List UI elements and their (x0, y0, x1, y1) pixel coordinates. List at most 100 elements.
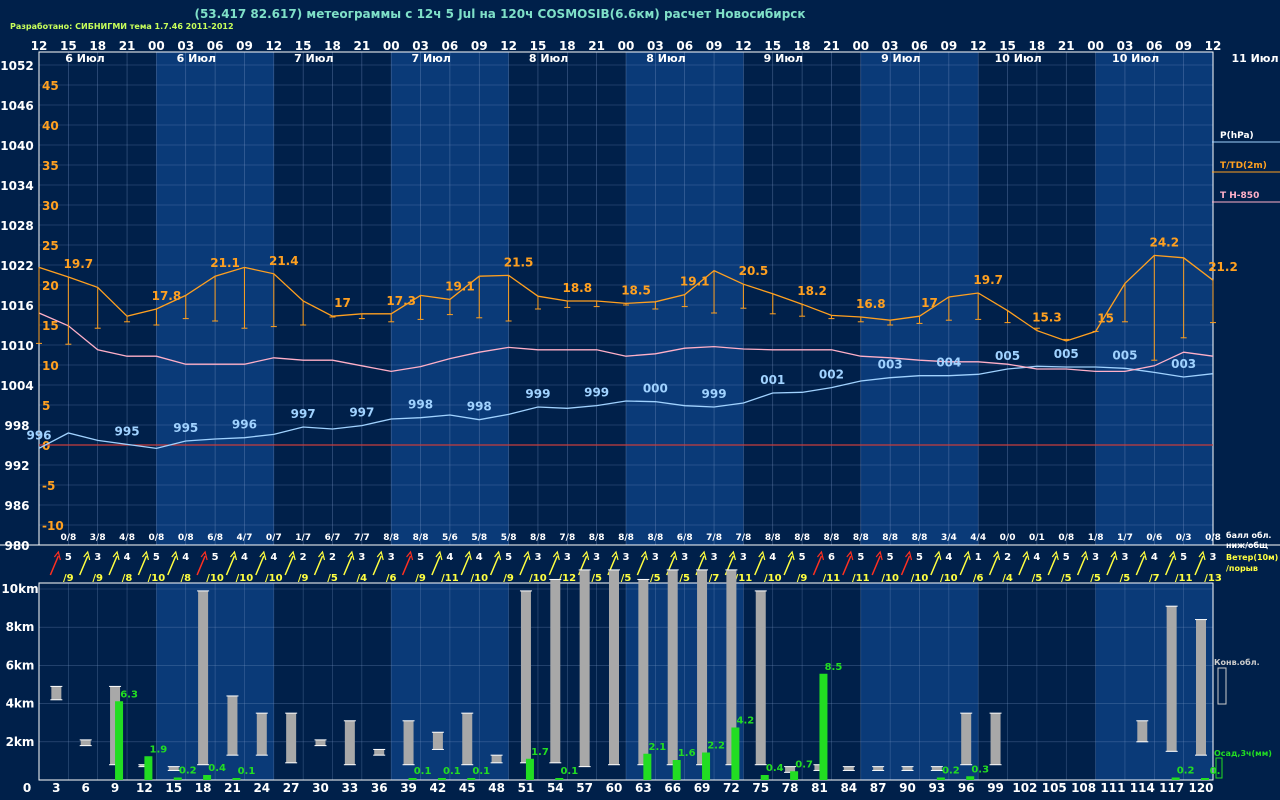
temperature-value-label: 21.4 (269, 254, 299, 268)
precip-value-label: 6.3 (120, 689, 138, 700)
wind-arrow (108, 555, 118, 576)
height-tick: 10km (1, 582, 38, 596)
bottom-hour-label: 120 (1188, 781, 1213, 795)
bottom-hour-label: 63 (635, 781, 652, 795)
wind-arrow (167, 555, 177, 576)
cloud-amount-label: 6/8 (677, 533, 693, 543)
wind-speed-label: 3 (652, 552, 659, 563)
wind-arrow (1018, 555, 1028, 576)
wind-speed-label: 3 (94, 552, 101, 563)
wind-arrow (959, 555, 969, 576)
top-hour-label: 18 (1029, 39, 1046, 53)
precip-value-label: 0.4 (208, 763, 226, 774)
temperature-tick: -5 (42, 479, 55, 493)
day-label: 10 Июл (1112, 52, 1159, 65)
pressure-tick: 1010 (0, 339, 33, 353)
wind-arrow (812, 555, 823, 576)
cloud-bar (403, 720, 414, 765)
wind-arrow (401, 555, 412, 576)
precip-bar (437, 778, 446, 780)
wind-arrow (225, 555, 236, 576)
precip-value-label: 1.7 (531, 747, 549, 758)
cloud-bar (374, 749, 385, 756)
precip-value-label: 0. (1210, 766, 1221, 777)
temperature-value-label: 17 (334, 296, 351, 310)
wind-gust-label: /5 (1061, 573, 1072, 584)
wind-speed-label: 5 (505, 552, 512, 563)
wind-gust-label: /6 (973, 573, 984, 584)
cloud-bar (286, 713, 297, 763)
wind-gust-label: /5 (1120, 573, 1131, 584)
top-hour-label: 06 (676, 39, 693, 53)
bottom-hour-label: 42 (430, 781, 447, 795)
precip-value-label: 0.1 (238, 766, 256, 777)
wind-gust-label: /8 (180, 573, 191, 584)
wind-arrow (1164, 555, 1175, 576)
wind-speed-label: 5 (887, 552, 894, 563)
bottom-hour-label: 114 (1130, 781, 1155, 795)
precip-value-label: 2.1 (648, 742, 666, 753)
precip-bar (643, 753, 652, 780)
temperature-value-label: 18.2 (797, 284, 827, 298)
pressure-tick: 1016 (0, 299, 33, 313)
wind-gust-label: /10 (236, 573, 254, 584)
cloud-amount-label: 0/8 (148, 533, 164, 543)
top-hour-label: 06 (911, 39, 928, 53)
precip-value-label: 0.1 (443, 766, 461, 777)
wind-gust-label: /10 (529, 573, 547, 584)
temperature-value-label: 21.5 (504, 255, 534, 269)
temperature-value-label: 18.5 (621, 283, 651, 297)
temperature-value-label: 21.1 (210, 256, 240, 270)
temperature-tick: 5 (42, 399, 50, 413)
wind-arrow (79, 555, 89, 576)
wind-arrow (1047, 555, 1057, 576)
bottom-hour-label: 36 (371, 781, 388, 795)
precip-value-label: 0.3 (971, 764, 989, 775)
pressure-tick: 1040 (0, 139, 33, 153)
wind-speed-label: 3 (534, 552, 541, 563)
precip-bar (731, 727, 740, 780)
cloud-bar (344, 720, 355, 765)
cloud-bar (1196, 619, 1206, 756)
cloud-amount-label: 1/7 (1117, 533, 1133, 543)
pressure-tick: 1022 (0, 259, 33, 273)
precip-value-label: 0.1 (414, 766, 432, 777)
top-hour-label: 15 (999, 39, 1016, 53)
top-hour-label: 12 (735, 39, 752, 53)
top-hour-label: 06 (442, 39, 459, 53)
wind-gust-label: /10 (940, 573, 958, 584)
wind-speed-label: 1 (975, 552, 982, 563)
cloud-amount-label: 0/0 (1000, 533, 1016, 543)
wind-speed-label: 3 (1210, 552, 1217, 563)
wind-arrow (372, 555, 382, 576)
wind-gust-label: /5 (1090, 573, 1101, 584)
cloud-bar (80, 739, 91, 746)
wind-arrow (196, 555, 206, 576)
wind-speed-label: 4 (124, 552, 131, 563)
cloud-amount-label: 0/6 (1146, 533, 1162, 543)
top-hour-label: 12 (970, 39, 987, 53)
top-hour-label: 09 (236, 39, 253, 53)
cloud-amount-label: 7/8 (559, 533, 575, 543)
temperature-value-label: 21.2 (1208, 260, 1238, 274)
wind-speed-label: 4 (446, 552, 453, 563)
wind-gust-label: /11 (441, 573, 459, 584)
bottom-hour-label: 78 (782, 781, 799, 795)
wind-gust-label: /8 (122, 573, 133, 584)
precip-value-label: 1.6 (678, 748, 696, 759)
top-hour-label: 00 (618, 39, 635, 53)
wind-arrow (49, 555, 60, 576)
top-hour-label: 00 (1087, 39, 1104, 53)
wind-speed-label: 4 (769, 552, 776, 563)
cloud-bar (755, 590, 766, 765)
bottom-hour-label: 60 (606, 781, 623, 795)
precip-bar (672, 760, 681, 780)
cloud-bar (697, 569, 708, 765)
wind-speed-label: 4 (945, 552, 952, 563)
wind-gust-label: /11 (823, 573, 841, 584)
temperature-tick: 45 (42, 79, 59, 93)
cloud-amount-label: 5/6 (442, 533, 458, 543)
cloud-amount-label: 8/8 (618, 533, 634, 543)
precip-value-label: 0.2 (1177, 766, 1195, 777)
top-hour-label: 06 (207, 39, 224, 53)
